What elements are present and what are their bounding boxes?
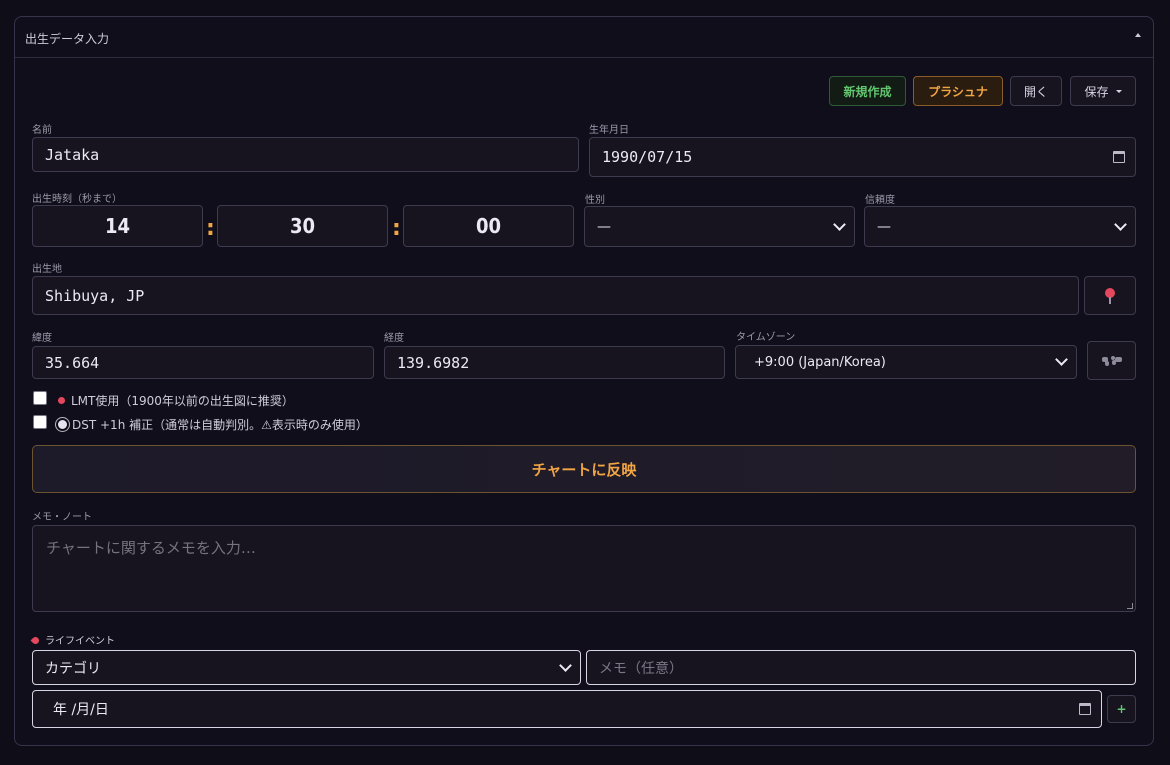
birthtime-label: 出生時刻（秒まで） (32, 194, 122, 205)
save-dropdown-button[interactable]: 保存 (1070, 76, 1136, 106)
gender-select[interactable]: — (584, 206, 855, 247)
add-event-button[interactable]: + (1107, 695, 1136, 723)
memo-textarea[interactable]: チャートに関するメモを入力… (32, 525, 1136, 612)
birthdate-input[interactable]: 1990/07/15 (589, 137, 1136, 177)
locate-place-button[interactable] (1084, 276, 1136, 315)
event-category-value: カテゴリ (45, 660, 101, 677)
second-input[interactable]: 00 (403, 205, 574, 247)
life-events-heading: ライフイベント (30, 632, 115, 647)
gender-label: 性別 (585, 195, 605, 206)
resize-handle-icon[interactable] (1127, 603, 1133, 609)
latitude-value: 35.664 (45, 353, 100, 372)
save-label: 保存 (1084, 84, 1109, 99)
new-button[interactable]: 新規作成 (829, 76, 906, 106)
minute-value: 30 (289, 214, 316, 238)
world-timezone-button[interactable] (1087, 341, 1136, 380)
prashna-button[interactable]: プラシュナ (913, 76, 1003, 106)
chevron-down-icon (1115, 89, 1122, 93)
birthplace-input[interactable]: Shibuya, JP (32, 276, 1079, 315)
timezone-select[interactable]: +9:00 (Japan/Korea) (735, 345, 1077, 379)
birthplace-label: 出生地 (32, 264, 62, 275)
apply-to-chart-button[interactable]: チャートに反映 (32, 445, 1136, 493)
reliability-label: 信頼度 (865, 195, 895, 206)
name-label: 名前 (32, 125, 52, 136)
time-separator: : (392, 216, 401, 241)
life-events-label: ライフイベント (45, 636, 115, 647)
longitude-input[interactable]: 139.6982 (384, 346, 725, 379)
map-pin-icon (1105, 287, 1115, 304)
chevron-down-icon (1055, 353, 1068, 366)
event-date-placeholder: 年 /月/日 (53, 702, 109, 718)
dst-option: DST +1h 補正（通常は自動判別。⚠表示時のみ使用） (58, 416, 368, 433)
event-note-placeholder: メモ（任意） (599, 660, 683, 677)
name-input[interactable]: Jataka (32, 137, 579, 172)
memo-placeholder: チャートに関するメモを入力… (46, 539, 256, 557)
latitude-input[interactable]: 35.664 (32, 346, 374, 379)
sun-icon (58, 420, 67, 429)
chevron-down-icon (1114, 217, 1127, 231)
gender-value: — (597, 218, 611, 235)
map-pin-icon (58, 397, 65, 404)
timezone-label: タイムゾーン (736, 332, 796, 343)
latitude-label: 緯度 (32, 333, 52, 344)
longitude-value: 139.6982 (397, 353, 470, 372)
minute-input[interactable]: 30 (217, 205, 388, 247)
open-button[interactable]: 開く (1010, 76, 1062, 106)
calendar-icon[interactable] (1079, 703, 1091, 715)
longitude-label: 経度 (384, 333, 404, 344)
birthdate-value: 1990/07/15 (602, 148, 693, 166)
hour-value: 14 (104, 214, 131, 238)
lmt-label: LMT使用（1900年以前の出生図に推奨） (71, 394, 294, 408)
name-value: Jataka (45, 145, 100, 164)
birthplace-value: Shibuya, JP (45, 286, 145, 305)
calendar-icon[interactable] (1113, 151, 1125, 163)
time-separator: : (206, 216, 215, 241)
pushpin-icon (30, 635, 41, 646)
event-category-select[interactable]: カテゴリ (32, 650, 581, 685)
event-note-input[interactable]: メモ（任意） (586, 650, 1136, 685)
timezone-value: +9:00 (Japan/Korea) (754, 354, 886, 370)
panel-title: 出生データ入力 (25, 32, 110, 46)
reliability-select[interactable]: — (864, 206, 1136, 247)
lmt-option: LMT使用（1900年以前の出生図に推奨） (58, 392, 294, 409)
memo-label: メモ・ノート (32, 512, 92, 523)
birthdate-label: 生年月日 (589, 125, 629, 136)
hour-input[interactable]: 14 (32, 205, 203, 247)
lmt-checkbox[interactable] (33, 391, 47, 405)
dst-label: DST +1h 補正（通常は自動判別。⚠表示時のみ使用） (72, 418, 368, 432)
world-map-icon (1101, 355, 1122, 366)
reliability-value: — (877, 218, 891, 235)
collapse-caret-icon[interactable] (1135, 33, 1141, 37)
dst-checkbox[interactable] (33, 415, 47, 429)
chevron-down-icon (833, 217, 846, 231)
birth-data-panel: 出生データ入力 新規作成 プラシュナ 開く 保存 名前 Jataka 生年月日 … (14, 16, 1154, 746)
panel-header[interactable]: 出生データ入力 (15, 17, 1153, 58)
event-date-input[interactable]: 年 /月/日 (32, 690, 1102, 728)
second-value: 00 (475, 214, 502, 238)
chevron-down-icon (559, 658, 572, 672)
